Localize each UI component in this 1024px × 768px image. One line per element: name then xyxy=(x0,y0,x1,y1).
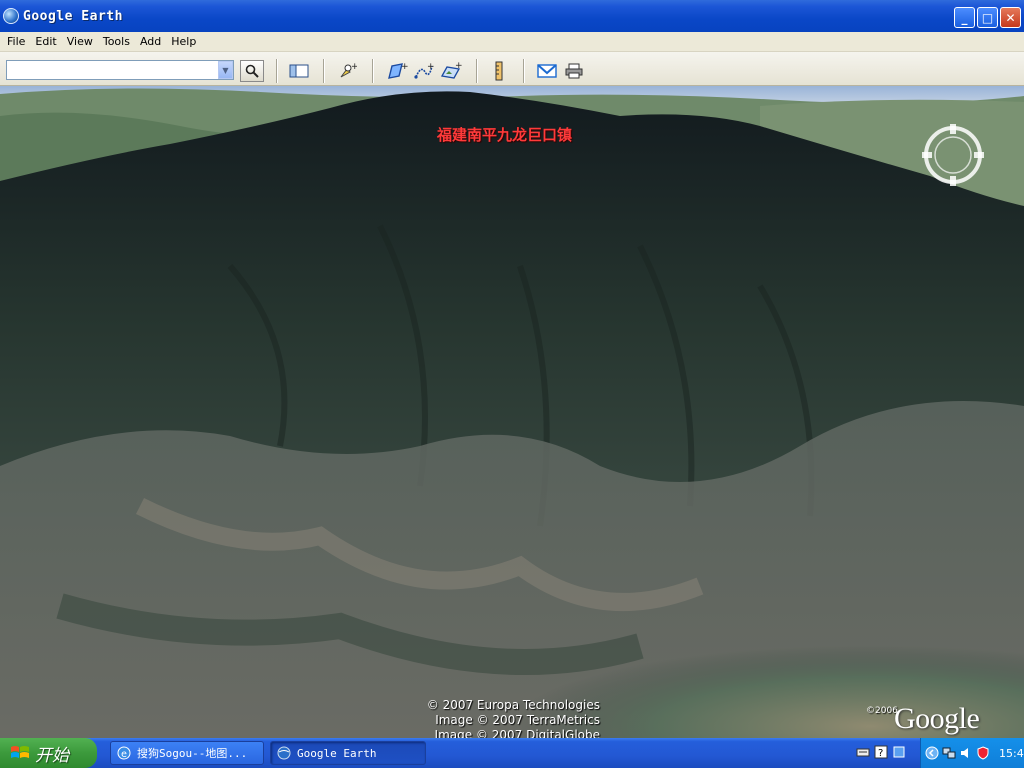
tray-expand-icon[interactable] xyxy=(925,746,939,760)
keyboard-icon[interactable] xyxy=(856,745,870,759)
placemark-icon: + xyxy=(340,62,357,78)
terrain-imagery xyxy=(0,86,1024,738)
add-polygon-button[interactable]: + xyxy=(386,60,408,82)
taskbar-item-label: 搜狗Sogou--地图... xyxy=(137,747,248,760)
toolbar-separator xyxy=(476,59,477,83)
taskbar: 开始 e 搜狗Sogou--地图... Google Earth ? 15:4 xyxy=(0,738,1024,768)
taskbar-item-label: Google Earth xyxy=(297,746,377,760)
toolbar-separator xyxy=(276,59,277,83)
copyright-line: Image © 2007 TerraMetrics xyxy=(435,713,600,727)
google-earth-icon xyxy=(3,8,19,24)
menu-bar: File Edit View Tools Add Help xyxy=(0,32,1024,52)
svg-text:+: + xyxy=(427,62,435,72)
help-icon[interactable]: ? xyxy=(874,745,888,759)
ie-browser-icon: e xyxy=(117,746,131,760)
menu-tools[interactable]: Tools xyxy=(98,35,135,48)
earth-viewport[interactable]: 福建南平九龙巨口镇 © 2007 Europa Technologies Ima… xyxy=(0,86,1024,738)
add-placemark-button[interactable]: + xyxy=(336,60,358,82)
taskbar-item-sogou[interactable]: e 搜狗Sogou--地图... xyxy=(110,741,264,765)
menu-file[interactable]: File xyxy=(2,35,30,48)
network-icon[interactable] xyxy=(942,746,956,760)
ruler-icon xyxy=(495,61,503,81)
svg-text:+: + xyxy=(401,62,408,72)
add-image-overlay-button[interactable]: + xyxy=(440,60,462,82)
printer-icon xyxy=(565,63,583,79)
placemark-label[interactable]: 福建南平九龙巨口镇 xyxy=(437,124,572,145)
input-method-tray: ? xyxy=(856,745,906,759)
add-path-button[interactable]: + xyxy=(413,60,435,82)
system-clock[interactable]: 15:43 xyxy=(999,747,1024,760)
minimize-button[interactable]: _ xyxy=(954,7,975,28)
print-button[interactable] xyxy=(563,60,585,82)
sidebar-toggle-button[interactable] xyxy=(288,60,310,82)
menu-help[interactable]: Help xyxy=(166,35,201,48)
search-dropdown-button[interactable]: ▼ xyxy=(218,61,233,79)
menu-add[interactable]: Add xyxy=(135,35,166,48)
google-earth-icon xyxy=(277,746,291,760)
security-icon[interactable] xyxy=(976,746,990,760)
email-icon xyxy=(537,64,557,78)
start-label: 开始 xyxy=(35,745,69,766)
search-input[interactable] xyxy=(6,60,234,80)
search-icon xyxy=(245,64,259,78)
imagery-copyright: © 2007 Europa Technologies Image © 2007 … xyxy=(418,698,600,738)
svg-text:e: e xyxy=(121,749,127,760)
ruler-button[interactable] xyxy=(488,60,510,82)
start-button[interactable]: 开始 xyxy=(0,738,97,768)
taskbar-item-google-earth[interactable]: Google Earth xyxy=(270,741,426,765)
svg-text:+: + xyxy=(351,62,357,72)
image-overlay-icon: + xyxy=(440,61,462,79)
volume-icon[interactable] xyxy=(959,746,973,760)
toolbar-separator xyxy=(523,59,524,83)
system-tray: 15:43 xyxy=(920,738,1024,768)
svg-text:+: + xyxy=(455,61,462,71)
window-controls: _ □ ✕ xyxy=(954,7,1021,28)
toolbar-separator xyxy=(323,59,324,83)
sidebar-icon xyxy=(289,64,309,78)
maximize-button[interactable]: □ xyxy=(977,7,998,28)
email-button[interactable] xyxy=(536,60,558,82)
menu-view[interactable]: View xyxy=(62,35,98,48)
google-logo: Google xyxy=(894,702,980,735)
compass-icon xyxy=(922,124,984,186)
title-bar: Google Earth _ □ ✕ xyxy=(0,0,1024,32)
svg-text:?: ? xyxy=(878,748,883,759)
toolbar-separator xyxy=(372,59,373,83)
chevron-down-icon: ▼ xyxy=(222,65,229,75)
navigation-compass[interactable] xyxy=(920,122,986,188)
toolbar: ▼ + + + + xyxy=(0,52,1024,86)
close-button[interactable]: ✕ xyxy=(1000,7,1021,28)
ime-mode-icon[interactable] xyxy=(892,745,906,759)
path-icon: + xyxy=(414,62,435,79)
search-button[interactable] xyxy=(240,60,264,82)
windows-logo-icon xyxy=(11,746,29,758)
copyright-line: © 2007 Europa Technologies xyxy=(426,698,600,712)
window-title: Google Earth xyxy=(23,8,123,24)
polygon-icon: + xyxy=(388,62,408,79)
copyright-line: Image © 2007 DigitalGlobe xyxy=(434,728,600,738)
menu-edit[interactable]: Edit xyxy=(30,35,61,48)
